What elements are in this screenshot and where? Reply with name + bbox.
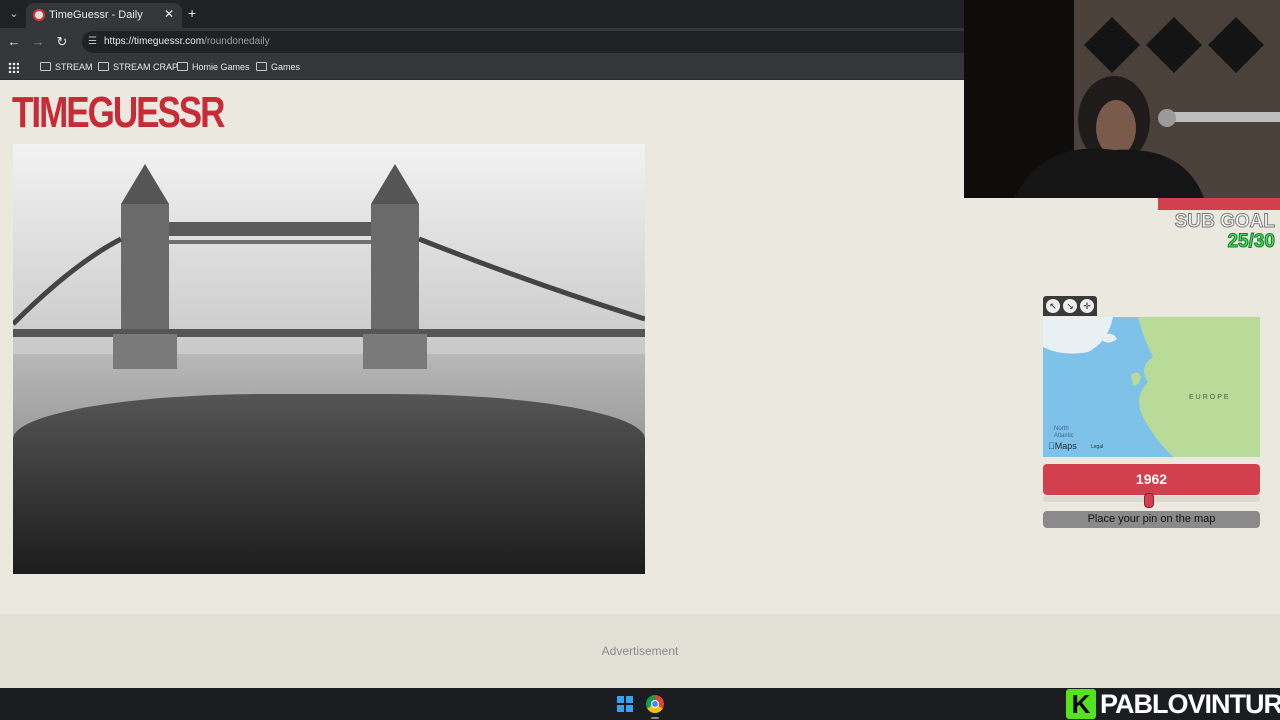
site-info-icon[interactable]: ☰: [88, 35, 100, 49]
advertisement-label: Advertisement: [601, 644, 679, 658]
round-photo: [13, 144, 645, 574]
bookmark-label: STREAM CRAP: [113, 62, 179, 72]
apps-grid-icon[interactable]: [8, 62, 19, 73]
forward-arrow-icon[interactable]: →: [30, 34, 46, 50]
map-toolbar: ↖ ↘ ✛: [1043, 296, 1097, 316]
sub-goal-label: SUB GOAL: [1174, 211, 1275, 233]
kick-logo-icon: K: [1066, 689, 1096, 719]
expand-map-icon[interactable]: ↖: [1046, 299, 1060, 313]
year-display: 1962: [1043, 464, 1260, 495]
streamer-name: PABLOVINTURA: [1100, 689, 1280, 719]
url-path: /roundonedaily: [204, 36, 270, 47]
new-tab-button[interactable]: +: [188, 5, 202, 21]
shrink-map-icon[interactable]: ↘: [1063, 299, 1077, 313]
bookmark-stream-crap[interactable]: STREAM CRAP: [97, 61, 178, 75]
url-text: https://timeguessr.com/roundonedaily: [104, 36, 270, 47]
guess-map[interactable]: EUROPE NorthAtlantic Maps Legal: [1043, 317, 1260, 457]
url-host: https://timeguessr.com: [104, 36, 205, 47]
tab-title: TimeGuessr - Daily: [49, 9, 143, 21]
bookmark-games[interactable]: Games: [255, 61, 300, 75]
timeguessr-favicon-icon: [33, 9, 45, 21]
photo-crowd: [13, 394, 645, 574]
bookmark-label: STREAM: [55, 62, 93, 72]
webcam-feed: [964, 0, 1280, 198]
chrome-icon[interactable]: [646, 695, 664, 713]
chevron-down-icon[interactable]: ⌄: [6, 6, 22, 22]
map-land-drawing: [1043, 317, 1260, 457]
folder-icon: [40, 62, 51, 71]
back-arrow-icon[interactable]: ←: [6, 34, 22, 50]
timeguessr-logo[interactable]: TIMEGUESSR: [12, 88, 225, 143]
screen: ⌄ TimeGuessr - Daily ✕ + ← → ↻ ☰ https:/…: [0, 0, 1280, 720]
map-ocean-line2: Atlantic: [1054, 433, 1074, 439]
folder-icon: [256, 62, 267, 71]
bookmark-label: Games: [271, 62, 301, 72]
place-pin-button[interactable]: Place your pin on the map: [1043, 511, 1260, 528]
folder-icon: [177, 62, 188, 71]
sub-goal-count: 25/30: [1227, 231, 1276, 253]
sub-goal-bar: [1158, 198, 1280, 210]
bookmark-label: Homie Games: [192, 62, 250, 72]
reload-icon[interactable]: ↻: [54, 34, 70, 50]
pin-map-icon[interactable]: ✛: [1080, 299, 1094, 313]
map-attribution-text: Maps: [1048, 441, 1077, 451]
advertisement-band: Advertisement: [0, 614, 1280, 688]
year-slider-thumb[interactable]: [1144, 493, 1155, 508]
map-label-ocean: North Atlantic: [1054, 426, 1074, 440]
webcam-overlay: [964, 0, 1280, 198]
map-label-europe: EUROPE: [1189, 394, 1231, 401]
apple-maps-attribution: Maps: [1048, 441, 1077, 451]
bookmark-stream[interactable]: STREAM: [39, 61, 93, 75]
active-app-indicator: [651, 717, 659, 719]
address-bar[interactable]: ☰ https://timeguessr.com/roundonedaily: [82, 31, 982, 53]
map-ocean-line1: North: [1054, 426, 1069, 432]
streamer-brand: K PABLOVINTURA: [1064, 688, 1280, 720]
map-legal-link[interactable]: Legal: [1091, 444, 1103, 450]
close-icon[interactable]: ✕: [164, 7, 174, 21]
folder-icon: [98, 62, 109, 71]
browser-tab[interactable]: TimeGuessr - Daily ✕: [26, 3, 182, 28]
windows-start-icon[interactable]: [617, 696, 633, 712]
bookmark-homie-games[interactable]: Homie Games: [176, 61, 250, 75]
